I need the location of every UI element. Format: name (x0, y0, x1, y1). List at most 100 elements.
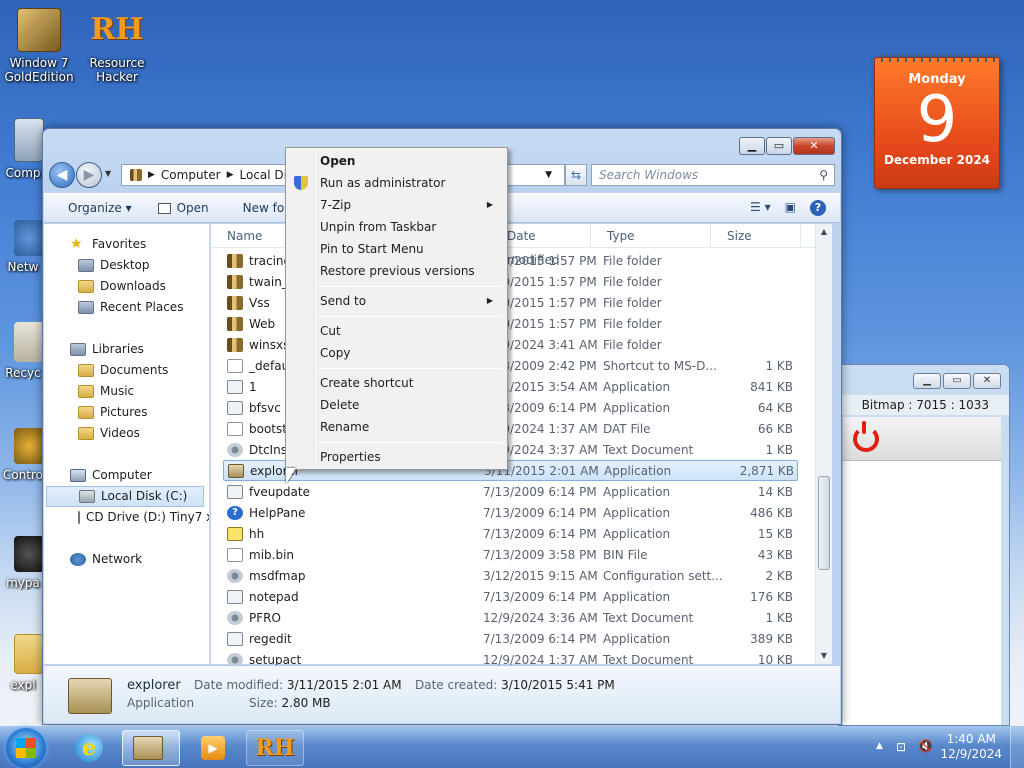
table-row[interactable]: PFRO 12/9/2024 3:36 AM Text Document 1 KB (223, 607, 798, 628)
power-icon[interactable] (853, 420, 879, 452)
minimize-button[interactable]: ▁ (739, 137, 765, 155)
menu-item-unpin-taskbar[interactable]: Unpin from Taskbar (288, 216, 505, 238)
calendar-gadget[interactable]: Monday 9 December 2024 (874, 54, 1000, 189)
clock[interactable]: 1:40 AM 12/9/2024 (940, 732, 1002, 762)
nav-cd-drive[interactable]: CD Drive (D:) Tiny7 x (44, 507, 209, 528)
file-date: 7/13/2009 6:14 PM (483, 526, 597, 541)
calendar-day: 9 (916, 83, 958, 157)
volume-muted-icon[interactable]: 🔇 (918, 739, 933, 753)
network-tray-icon[interactable]: ⊡ (896, 740, 906, 754)
nav-favorites[interactable]: ★ Favorites (44, 234, 209, 255)
menu-item-copy[interactable]: Copy (288, 342, 505, 364)
desktop-icon-window7-goldedition[interactable]: Window 7 GoldEdition (0, 8, 78, 84)
close-button[interactable]: ✕ (793, 137, 835, 155)
background-app-window[interactable]: ▁ ▭ ✕ Bitmap : 7015 : 1033 (838, 364, 1010, 726)
menu-item-open[interactable]: Open (288, 150, 505, 172)
table-row[interactable]: ? HelpPane 7/13/2009 6:14 PM Application 486… (223, 502, 798, 523)
recent-pages-chevron-icon[interactable]: ▼ (105, 169, 111, 178)
nav-libraries[interactable]: Libraries (44, 339, 209, 360)
menu-separator (318, 286, 503, 287)
context-menu[interactable]: Open Run as administrator 7-Zip ▶ Unpin f… (285, 147, 508, 470)
address-dropdown-icon[interactable]: ▼ (545, 170, 552, 180)
table-row[interactable]: hh 7/13/2009 6:14 PM Application 15 KB (223, 523, 798, 544)
desktop-icon-control-panel[interactable]: Contro (0, 428, 46, 482)
search-icon[interactable]: ⚲ (819, 165, 828, 185)
table-row[interactable]: mib.bin 7/13/2009 3:58 PM BIN File 43 KB (223, 544, 798, 565)
back-button[interactable]: ◀ (49, 162, 75, 188)
tray-expand-icon[interactable]: ▲ (876, 741, 883, 751)
maximize-button[interactable]: ▭ (943, 373, 971, 389)
start-button[interactable] (6, 728, 46, 768)
desktop-icon-resource-hacker[interactable]: RH Resource Hacker (78, 8, 156, 85)
file-name: Vss (249, 295, 270, 310)
view-options-icon[interactable]: ☰ ▾ (750, 200, 771, 216)
file-size: 486 KB (750, 505, 793, 520)
taskbar-media-player[interactable]: ▶ (184, 730, 242, 766)
file-type: Configuration sett... (603, 568, 723, 583)
breadcrumb-computer[interactable]: Computer (161, 168, 221, 182)
menu-item-cut[interactable]: Cut (288, 320, 505, 342)
vertical-scrollbar[interactable]: ▲ ▼ (815, 224, 832, 664)
menu-item-rename[interactable]: Rename (288, 416, 505, 438)
taskbar-resource-hacker[interactable]: RH (246, 730, 304, 766)
desktop-icon-explorer[interactable]: expl (0, 634, 46, 692)
search-input[interactable]: Search Windows ⚲ (591, 164, 835, 186)
taskbar: e ▶ RH ▲ ⊡ 🔇 1:40 AM 12/9/2024 (0, 726, 1024, 768)
table-row[interactable]: regedit 7/13/2009 6:14 PM Application 389 K… (223, 628, 798, 649)
taskbar-internet-explorer[interactable]: e (60, 730, 118, 766)
mypaint-icon (14, 536, 44, 572)
file-date: 7/13/2009 6:14 PM (483, 484, 597, 499)
table-row[interactable]: msdfmap 3/12/2015 9:15 AM Configuration se… (223, 565, 798, 586)
menu-item-properties[interactable]: Properties (288, 446, 505, 468)
minimize-button[interactable]: ▁ (913, 373, 941, 389)
open-button[interactable]: Open (142, 201, 219, 215)
menu-item-send-to[interactable]: Send to ▶ (288, 290, 505, 312)
menu-item-pin-start-menu[interactable]: Pin to Start Menu (288, 238, 505, 260)
nav-computer[interactable]: Computer (44, 465, 209, 486)
maximize-button[interactable]: ▭ (766, 137, 792, 155)
scroll-up-icon[interactable]: ▲ (816, 224, 832, 240)
desktop-icon-recycle-bin[interactable]: Recyc (0, 322, 46, 380)
file-type: Application (603, 484, 671, 499)
menu-item-run-as-administrator[interactable]: Run as administrator (288, 172, 505, 194)
nav-local-disk[interactable]: Local Disk (C:) (46, 486, 204, 507)
desktop-icon-network[interactable]: Netw (0, 220, 46, 274)
file-type: Shortcut to MS-D... (603, 358, 717, 373)
scrollbar-thumb[interactable] (818, 476, 830, 570)
forward-button[interactable]: ▶ (76, 162, 102, 188)
menu-item-delete[interactable]: Delete (288, 394, 505, 416)
scroll-down-icon[interactable]: ▼ (816, 648, 832, 664)
column-header-size[interactable]: Size (711, 224, 801, 247)
column-header-type[interactable]: Type (591, 224, 711, 247)
desktop-icon-computer[interactable]: Comp (0, 118, 46, 180)
show-desktop-button[interactable] (1010, 727, 1024, 768)
table-row[interactable]: fveupdate 7/13/2009 6:14 PM Application 14 … (223, 481, 798, 502)
nav-videos[interactable]: Videos (44, 423, 209, 444)
organize-button[interactable]: Organize ▾ (44, 201, 142, 215)
menu-item-7zip[interactable]: 7-Zip ▶ (288, 194, 505, 216)
file-type: Application (603, 589, 671, 604)
network-icon (14, 220, 44, 256)
preview-pane-icon[interactable]: ▣ (785, 200, 796, 216)
file-name: bfsvc (249, 400, 281, 415)
help-icon[interactable]: ? (810, 200, 826, 216)
table-row[interactable]: notepad 7/13/2009 6:14 PM Application 176 K… (223, 586, 798, 607)
calendar-rings (875, 54, 999, 62)
nav-pictures[interactable]: Pictures (44, 402, 209, 423)
bitmap-info: Bitmap : 7015 : 1033 (839, 395, 1009, 415)
refresh-button[interactable]: ⇆ (565, 164, 587, 186)
nav-downloads[interactable]: Downloads (44, 276, 209, 297)
taskbar-explorer[interactable] (122, 730, 180, 766)
desktop-icon-mypaint[interactable]: mypa (0, 536, 46, 590)
details-type: Application (127, 696, 195, 710)
nav-desktop[interactable]: Desktop (44, 255, 209, 276)
nav-recent-places[interactable]: Recent Places (44, 297, 209, 318)
nav-network[interactable]: Network (44, 549, 209, 570)
menu-item-restore-previous-versions[interactable]: Restore previous versions (288, 260, 505, 282)
nav-music[interactable]: Music (44, 381, 209, 402)
nav-documents[interactable]: Documents (44, 360, 209, 381)
menu-item-create-shortcut[interactable]: Create shortcut (288, 372, 505, 394)
details-date-created: Date created: 3/10/2015 5:41 PM (415, 678, 615, 692)
app-file-icon (227, 484, 243, 499)
close-button[interactable]: ✕ (973, 373, 1001, 389)
